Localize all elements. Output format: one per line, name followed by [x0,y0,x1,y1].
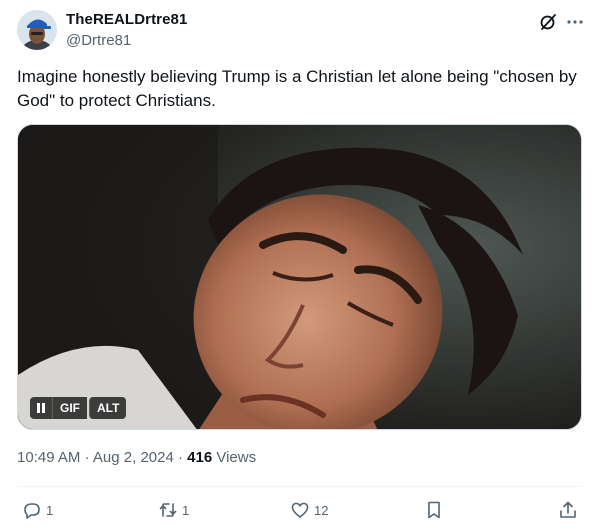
pause-button[interactable] [30,397,52,419]
repost-button[interactable]: 1 [158,500,189,520]
tweet-time[interactable]: 10:49 AM [17,449,80,466]
repost-icon [159,503,177,517]
bookmark-icon [428,501,440,519]
gif-frame-image [18,125,581,429]
like-button[interactable]: 12 [290,500,328,520]
reply-button[interactable]: 1 [22,500,53,520]
views-count: 416 [187,449,213,466]
tweet-meta: 10:49 AM · Aug 2, 2024 · 416 Views [17,449,256,466]
views-label: Views [216,449,257,466]
divider [17,486,582,487]
share-button[interactable] [558,500,578,520]
meta-separator: · [177,449,183,466]
alt-button[interactable]: ALT [89,397,127,419]
like-count: 12 [314,502,329,518]
like-icon [291,502,309,518]
meta-separator: · [84,449,90,466]
repost-count: 1 [182,502,190,518]
bookmark-button[interactable] [424,500,444,520]
author-handle[interactable]: @Drtre81 [66,32,131,49]
tweet-date[interactable]: Aug 2, 2024 [93,449,174,466]
avatar[interactable] [17,10,57,50]
share-icon [560,501,576,518]
tweet-media-gif[interactable]: GIF ALT [17,124,582,430]
media-controls: GIF ALT [30,397,127,419]
tweet-text: Imagine honestly believing Trump is a Ch… [17,67,577,110]
reply-count: 1 [46,502,54,518]
pause-icon [37,403,45,413]
author-display-name[interactable]: TheREALDrtre81 [66,11,187,28]
grok-icon[interactable] [538,12,558,32]
gif-badge: GIF [52,397,87,419]
more-icon[interactable] [565,12,585,32]
reply-icon [24,503,40,519]
tweet: TheREALDrtre81 @Drtre81 Imagine honestly… [0,0,593,531]
